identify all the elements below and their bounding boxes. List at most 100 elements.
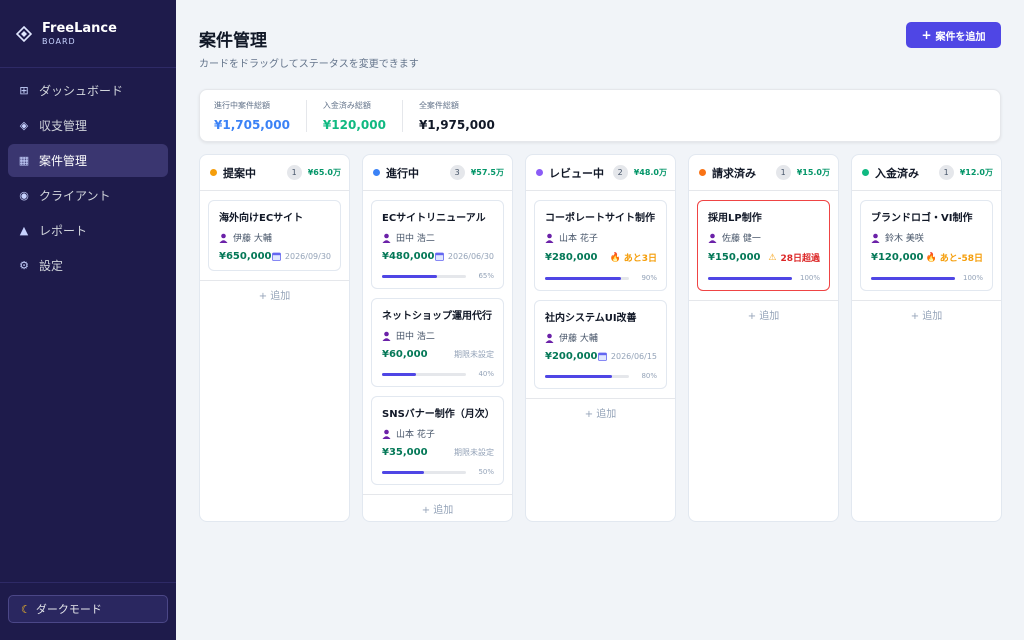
card-title: ネットショップ運用代行 <box>382 311 492 322</box>
deadline-text: 期限未設定 <box>454 448 494 457</box>
sidebar-item[interactable]: ▦ 案件管理 <box>8 144 168 177</box>
page-title: 案件管理 <box>199 31 267 51</box>
main-content: 案件管理 カードをドラッグしてステータスを変更できます + 案件を追加 進行中案… <box>176 0 1024 640</box>
card-client: 田中 浩二 <box>382 329 494 342</box>
deadline-text: 期限未設定 <box>454 350 494 359</box>
column-count-badge: 1 <box>775 165 791 180</box>
progress-bar <box>871 276 955 280</box>
add-card-button[interactable]: + 追加 <box>852 300 1001 327</box>
card-info-row: ¥60,000 期限未設定 <box>382 349 494 360</box>
column-title: 入金済み <box>875 166 919 180</box>
column-count-badge: 1 <box>286 165 302 180</box>
kanban-column: レビュー中 2 ¥48.0万 コーポレートサイト制作 山本 花子 ¥280,000 🔥 あと3… <box>525 154 676 522</box>
column-total: ¥15.0万 <box>796 168 830 177</box>
progress-fill <box>708 276 792 280</box>
card-amount: ¥60,000 <box>382 349 428 360</box>
project-card[interactable]: ブランドロゴ・VI制作 鈴木 美咲 ¥120,000 🔥 あと-58日 100% <box>860 200 993 291</box>
card-title: 社内システムUI改善 <box>545 313 637 324</box>
summary-stat-label: 入金済み総額 <box>322 100 371 110</box>
sidebar-footer: ☾ ダークモード <box>0 582 176 640</box>
project-card[interactable]: ECサイトリニューアル 田中 浩二 ¥480,000 2026/06/30 65% <box>371 200 504 289</box>
project-card[interactable]: 採用LP制作 佐藤 健一 ¥150,000 ⚠ 28日超過 100% <box>697 200 830 291</box>
card-deadline: 2026/09/30 <box>271 252 331 261</box>
column-header: 入金済み 1 ¥12.0万 <box>852 155 1001 191</box>
add-card-button[interactable]: + 追加 <box>200 280 349 307</box>
person-icon <box>219 233 228 243</box>
progress: 100% <box>708 274 820 282</box>
card-client: 佐藤 健一 <box>708 231 820 244</box>
progress: 80% <box>545 372 657 380</box>
column-title: 提案中 <box>223 166 256 180</box>
card-title: 採用LP制作 <box>708 213 762 224</box>
progress-bar <box>545 276 629 280</box>
project-card[interactable]: 社内システムUI改善 伊藤 大輔 ¥200,000 2026/06/15 80% <box>534 300 667 389</box>
project-card[interactable]: SNSバナー制作（月次） 山本 花子 ¥35,000 期限未設定 50% <box>371 396 504 485</box>
project-card[interactable]: ネットショップ運用代行 田中 浩二 ¥60,000 期限未設定 40% <box>371 298 504 387</box>
card-list: 採用LP制作 佐藤 健一 ¥150,000 ⚠ 28日超過 100% <box>689 191 838 291</box>
summary-stat-label: 全案件総額 <box>418 100 459 110</box>
sidebar-item-label: 案件管理 <box>39 154 88 168</box>
add-card-button[interactable]: + 追加 <box>363 494 512 521</box>
card-deadline: ⚠ 28日超過 <box>768 251 820 265</box>
card-client: 田中 浩二 <box>382 231 494 244</box>
progress-percent: 100% <box>963 274 984 282</box>
project-card[interactable]: 海外向けECサイト 伊藤 大輔 ¥650,000 2026/09/30 <box>208 200 341 271</box>
sidebar-item[interactable]: ⊞ ダッシュボード <box>8 74 168 107</box>
sidebar-item[interactable]: ◈ 収支管理 <box>8 109 168 142</box>
column-total: ¥48.0万 <box>633 168 667 177</box>
add-card-button[interactable]: + 追加 <box>526 398 675 425</box>
triangle-icon: ▲ <box>19 224 29 237</box>
card-client: 伊藤 大輔 <box>219 231 331 244</box>
summary-stat-value: ¥1,975,000 <box>418 117 495 132</box>
status-dot <box>536 169 543 176</box>
progress: 65% <box>382 272 494 280</box>
progress-percent: 80% <box>641 372 657 380</box>
summary-stat: 全案件総額 ¥1,975,000 <box>419 100 511 132</box>
column-total: ¥12.0万 <box>959 168 993 177</box>
dark-mode-button[interactable]: ☾ ダークモード <box>8 595 168 623</box>
table-icon: ▦ <box>18 154 30 167</box>
card-deadline: 2026/06/15 <box>597 352 657 361</box>
client-name: 鈴木 美咲 <box>885 234 924 244</box>
add-card-button[interactable]: + 追加 <box>689 300 838 327</box>
card-title: ブランドロゴ・VI制作 <box>871 213 973 224</box>
sidebar-item[interactable]: ⚙ 設定 <box>8 249 168 282</box>
summary-stat-value: ¥1,705,000 <box>214 117 290 132</box>
summary-panel: 進行中案件総額 ¥1,705,000 入金済み総額 ¥120,000 全案件総額 ¥1,9… <box>199 89 1001 142</box>
sidebar-item-label: 設定 <box>39 259 64 273</box>
person-icon <box>382 233 391 243</box>
calendar-icon <box>271 252 281 261</box>
brand-name: FreeLance <box>42 21 117 36</box>
progress-bar <box>382 470 466 474</box>
column-total: ¥65.0万 <box>307 168 341 177</box>
status-dot <box>210 169 217 176</box>
card-info-row: ¥650,000 2026/09/30 <box>219 251 331 262</box>
sidebar-item-label: 収支管理 <box>39 119 88 133</box>
client-name: 伊藤 大輔 <box>233 234 272 244</box>
deadline-text: 28日超過 <box>780 254 820 264</box>
add-project-label: 案件を追加 <box>935 31 986 43</box>
page-subtitle: カードをドラッグしてステータスを変更できます <box>199 59 419 70</box>
progress-fill <box>545 276 621 280</box>
calendar-icon <box>434 252 444 261</box>
sidebar-item-label: レポート <box>39 224 88 238</box>
status-dot <box>373 169 380 176</box>
brand: FreeLance BOARD <box>0 0 176 68</box>
card-list: ブランドロゴ・VI制作 鈴木 美咲 ¥120,000 🔥 あと-58日 100% <box>852 191 1001 291</box>
kanban-column: 進行中 3 ¥57.5万 ECサイトリニューアル 田中 浩二 ¥480,000 2026/0… <box>362 154 513 522</box>
kanban-column: 提案中 1 ¥65.0万 海外向けECサイト 伊藤 大輔 ¥650,000 2026/09/… <box>199 154 350 522</box>
card-amount: ¥480,000 <box>382 251 435 262</box>
client-name: 山本 花子 <box>396 430 435 440</box>
project-card[interactable]: コーポレートサイト制作 山本 花子 ¥280,000 🔥 あと3日 90% <box>534 200 667 291</box>
sidebar-item[interactable]: ▲ レポート <box>8 214 168 247</box>
add-project-button[interactable]: + 案件を追加 <box>906 22 1001 48</box>
column-total: ¥57.5万 <box>470 168 504 177</box>
progress: 40% <box>382 370 494 378</box>
calendar-icon <box>597 352 607 361</box>
progress-percent: 40% <box>478 370 494 378</box>
progress-bar <box>382 274 466 278</box>
person-icon <box>382 331 391 341</box>
card-title: コーポレートサイト制作 <box>545 213 655 224</box>
sidebar-item[interactable]: ◉ クライアント <box>8 179 168 212</box>
card-amount: ¥280,000 <box>545 252 598 263</box>
